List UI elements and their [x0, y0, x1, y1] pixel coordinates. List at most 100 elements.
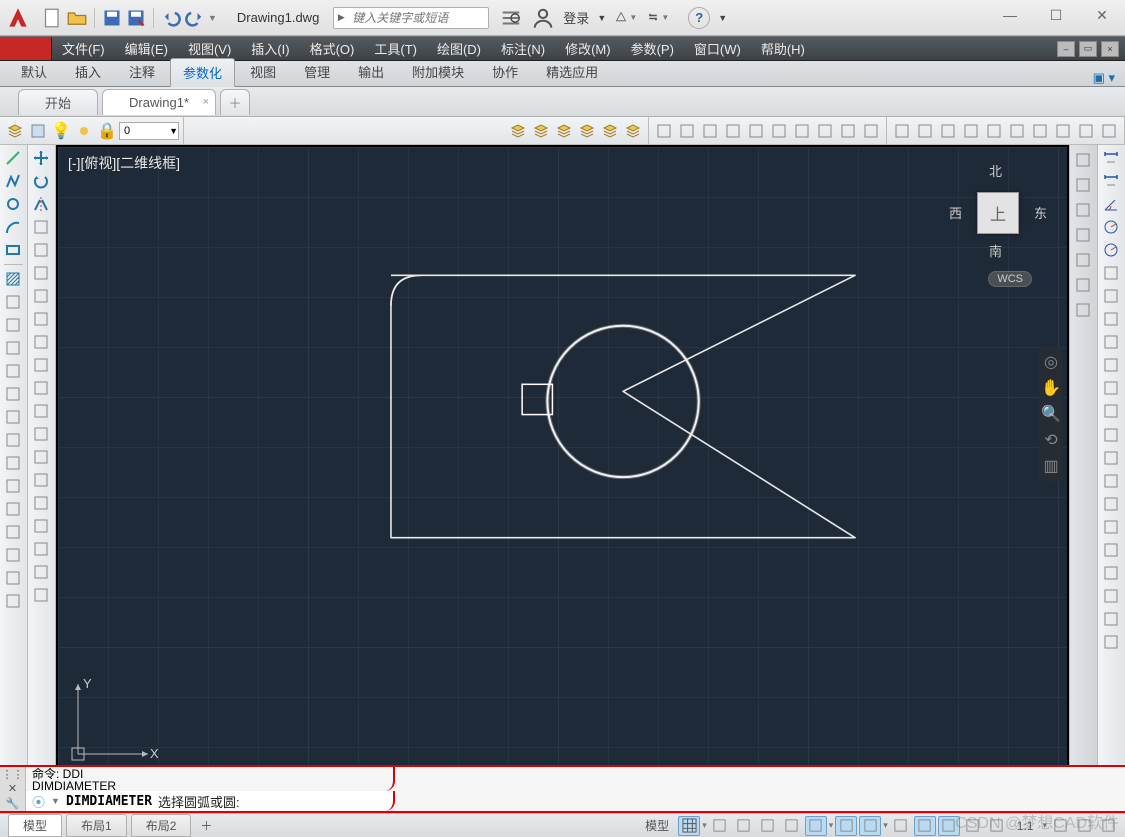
gen-icon[interactable] [1100, 285, 1122, 307]
infocenter-search[interactable]: ▶ [333, 7, 489, 29]
gen-icon[interactable] [2, 590, 24, 612]
gen-icon[interactable] [1072, 249, 1094, 271]
cmd-grip-icon[interactable]: ⋮⋮ [2, 768, 24, 781]
nav-zoom-icon[interactable]: 🔍 [1042, 405, 1060, 423]
status-infer[interactable] [733, 816, 755, 836]
tab-close-icon[interactable]: × [203, 96, 209, 108]
open-icon[interactable] [66, 7, 88, 29]
layers-icon[interactable] [599, 120, 621, 142]
tab-drawing1[interactable]: Drawing1*× [102, 89, 216, 115]
status-scale[interactable]: 1:1 [1010, 816, 1041, 836]
status-osnap[interactable] [859, 816, 881, 836]
gen-icon[interactable] [937, 120, 959, 142]
status-cycle[interactable] [962, 816, 984, 836]
gen-icon[interactable] [30, 239, 52, 261]
menu-9[interactable]: 参数(P) [621, 37, 684, 60]
layers-icon[interactable] [622, 120, 644, 142]
menu-11[interactable]: 帮助(H) [751, 37, 815, 60]
gen-icon[interactable] [1100, 377, 1122, 399]
search-button-icon[interactable] [499, 6, 523, 30]
cmd-recent-icon[interactable]: ▼ [51, 796, 60, 806]
cmd-close-icon[interactable]: ✕ [8, 782, 17, 795]
layers-icon[interactable] [553, 120, 575, 142]
gen-icon[interactable] [1100, 424, 1122, 446]
gen-icon[interactable] [1100, 447, 1122, 469]
gen-icon[interactable] [1100, 331, 1122, 353]
status-transparency[interactable] [938, 816, 960, 836]
gen-icon[interactable] [1100, 608, 1122, 630]
gen-icon[interactable] [2, 452, 24, 474]
drawing-canvas[interactable]: [-][俯视][二维线框] Y X 北 西 [56, 145, 1069, 779]
status-polar[interactable] [805, 816, 827, 836]
gen-icon[interactable] [1100, 262, 1122, 284]
status-grid[interactable] [678, 816, 700, 836]
layout-tab-model[interactable]: 模型 [8, 814, 62, 837]
gen-icon[interactable] [30, 515, 52, 537]
gen-icon[interactable] [30, 354, 52, 376]
arc-icon[interactable] [2, 216, 24, 238]
mdi-close-icon[interactable]: × [1101, 41, 1119, 57]
gen-icon[interactable] [768, 120, 790, 142]
viewcube-face[interactable]: 上 [977, 192, 1019, 234]
gen-icon[interactable] [2, 360, 24, 382]
layout-add-icon[interactable]: ＋ [195, 816, 217, 836]
layer-properties-icon[interactable] [4, 120, 26, 142]
gen-icon[interactable] [722, 120, 744, 142]
gen-icon[interactable] [1072, 299, 1094, 321]
gen-icon[interactable] [2, 429, 24, 451]
nav-bar-overlay[interactable]: ◎ ✋ 🔍 ⟲ ▥ [1039, 347, 1063, 481]
mirror-icon[interactable] [30, 193, 52, 215]
saveas-icon[interactable] [125, 7, 147, 29]
layers-icon[interactable] [530, 120, 552, 142]
ribbon-tab-1[interactable]: 插入 [62, 57, 114, 86]
gen-icon[interactable] [1100, 585, 1122, 607]
mdi-restore-icon[interactable]: ▭ [1079, 41, 1097, 57]
layer-dropdown[interactable]: 0 ▼ [119, 122, 179, 140]
gen-icon[interactable] [1100, 516, 1122, 538]
ribbon-tab-9[interactable]: 精选应用 [533, 57, 611, 86]
login-user-icon[interactable] [531, 6, 555, 30]
undo-icon[interactable] [160, 7, 182, 29]
gen-icon[interactable] [1100, 631, 1122, 653]
tab-add-button[interactable]: ＋ [220, 89, 250, 115]
rect-icon[interactable] [2, 239, 24, 261]
gen-icon[interactable] [30, 584, 52, 606]
gen-icon[interactable] [30, 262, 52, 284]
redo-icon[interactable] [184, 7, 206, 29]
help-icon[interactable]: ? [688, 7, 710, 29]
status-gear[interactable] [1049, 816, 1071, 836]
cmd-settings-icon[interactable]: 🔧 [6, 797, 20, 810]
new-icon[interactable] [42, 7, 64, 29]
app-logo[interactable] [0, 0, 36, 36]
layer-on-icon[interactable]: 💡 [50, 120, 72, 142]
login-label[interactable]: 登录 [563, 8, 589, 27]
gen-icon[interactable] [30, 423, 52, 445]
gen-icon[interactable] [791, 120, 813, 142]
gen-icon[interactable] [30, 469, 52, 491]
gen-icon[interactable] [745, 120, 767, 142]
gen-icon[interactable] [30, 216, 52, 238]
layer-states-icon[interactable] [27, 120, 49, 142]
status-custom[interactable] [1097, 816, 1119, 836]
gen-icon[interactable] [30, 538, 52, 560]
gen-icon[interactable] [30, 377, 52, 399]
circle-icon[interactable] [2, 193, 24, 215]
hatch-icon[interactable] [2, 268, 24, 290]
ribbon-tab-4[interactable]: 视图 [237, 57, 289, 86]
ribbon-tab-7[interactable]: 附加模块 [399, 57, 477, 86]
gen-icon[interactable] [1029, 120, 1051, 142]
status-props[interactable] [986, 816, 1008, 836]
gen-icon[interactable] [2, 544, 24, 566]
gen-icon[interactable] [860, 120, 882, 142]
gen-icon[interactable] [30, 492, 52, 514]
gen-icon[interactable] [30, 308, 52, 330]
gen-icon[interactable] [1072, 149, 1094, 171]
ribbon-tab-0[interactable]: 默认 [8, 57, 60, 86]
gen-icon[interactable] [2, 314, 24, 336]
ribbon-tab-6[interactable]: 输出 [345, 57, 397, 86]
layout-tab-1[interactable]: 布局1 [66, 814, 127, 837]
nav-orbit-icon[interactable]: ⟲ [1042, 431, 1060, 449]
gen-icon[interactable] [2, 567, 24, 589]
save-icon[interactable] [101, 7, 123, 29]
gen-icon[interactable] [1098, 120, 1120, 142]
